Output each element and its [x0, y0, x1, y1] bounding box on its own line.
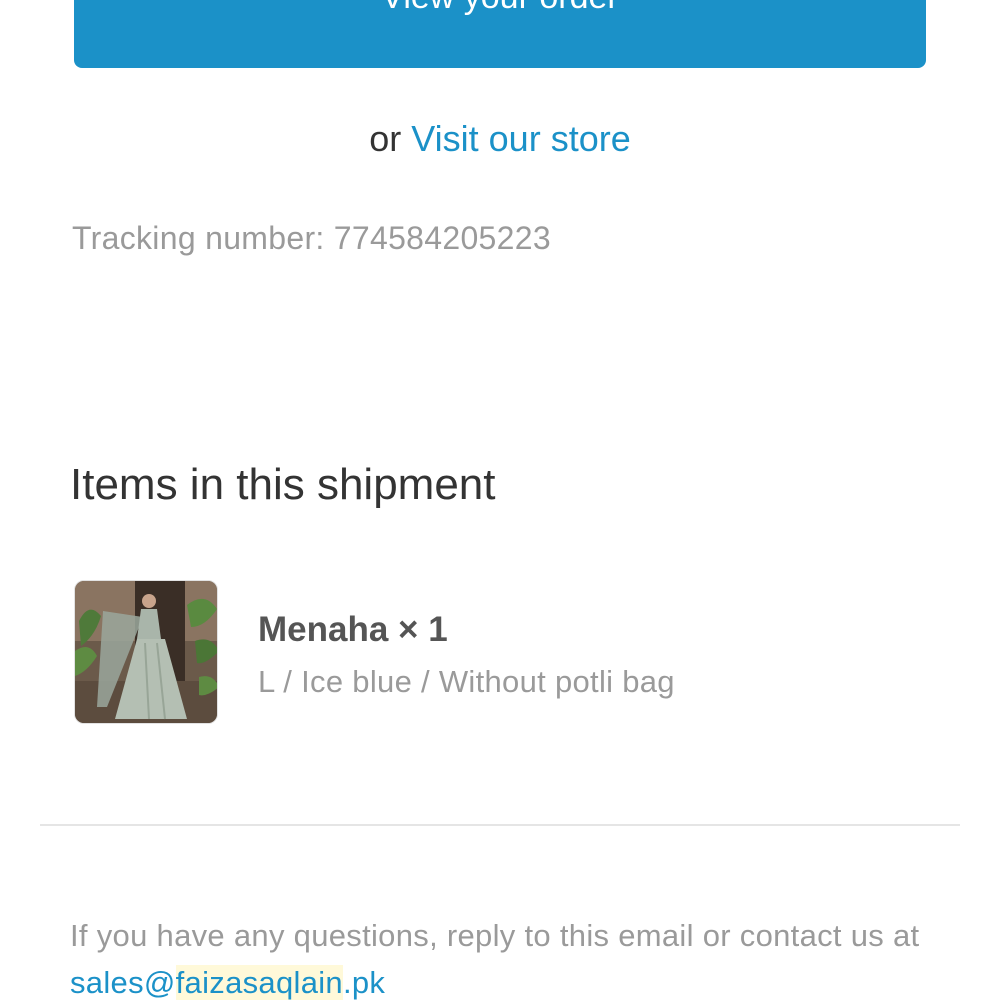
item-variant: L / Ice blue / Without potli bag — [258, 664, 675, 699]
email-page: View your order or Visit our store Track… — [0, 0, 1000, 1000]
store-line: or Visit our store — [0, 118, 1000, 160]
email-part-domain: faizasaqlain — [175, 965, 343, 1000]
product-thumbnail — [74, 580, 218, 724]
visit-store-link[interactable]: Visit our store — [411, 118, 630, 159]
item-title: Menaha × 1 — [258, 610, 448, 649]
email-part-tld: .pk — [342, 965, 386, 1000]
contact-note: If you have any questions, reply to this… — [70, 912, 940, 1000]
shipment-item: Menaha × 1 L / Ice blue / Without potli … — [74, 580, 926, 724]
shipment-heading: Items in this shipment — [70, 460, 496, 509]
view-order-button[interactable]: View your order — [74, 0, 926, 68]
contact-note-text: If you have any questions, reply to this… — [70, 918, 920, 953]
or-text: or — [369, 118, 402, 159]
support-email-link[interactable]: sales@faizasaqlain.pk — [70, 965, 385, 1000]
product-image — [75, 581, 217, 723]
tracking-number: Tracking number: 774584205223 — [72, 220, 551, 256]
email-part-user: sales@ — [70, 965, 176, 1000]
section-divider — [40, 824, 960, 826]
